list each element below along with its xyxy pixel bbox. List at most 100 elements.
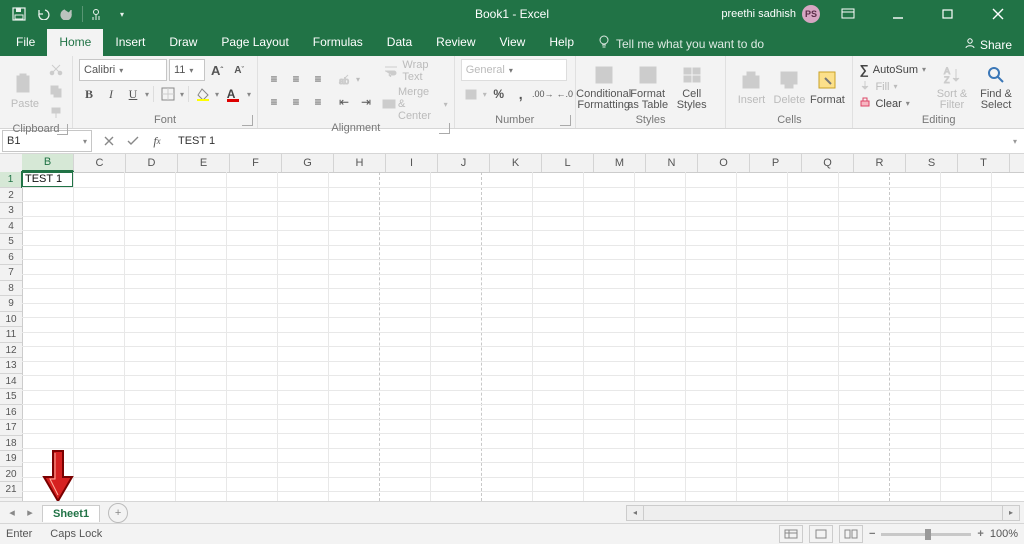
bold-button[interactable]: B	[79, 84, 99, 104]
sheet-tab[interactable]: Sheet1	[42, 505, 100, 522]
col-header[interactable]: P	[750, 154, 802, 172]
row-header[interactable]: 1	[0, 172, 23, 188]
cancel-entry-icon[interactable]	[98, 131, 120, 151]
zoom-level[interactable]: 100%	[990, 528, 1018, 540]
tell-me-search[interactable]: Tell me what you want to do	[592, 31, 770, 56]
zoom-slider[interactable]	[881, 533, 971, 536]
tab-help[interactable]: Help	[537, 29, 586, 56]
close-icon[interactable]	[976, 0, 1020, 28]
format-cells-button[interactable]: Format	[808, 68, 846, 106]
border-icon[interactable]	[158, 84, 178, 104]
row-header[interactable]: 4	[0, 219, 22, 235]
col-header[interactable]: G	[282, 154, 334, 172]
sheet-nav-next-icon[interactable]: ▸	[22, 505, 38, 521]
tab-page-layout[interactable]: Page Layout	[209, 29, 300, 56]
row-header[interactable]: 18	[0, 436, 22, 452]
view-normal-icon[interactable]	[779, 525, 803, 543]
horizontal-scrollbar[interactable]	[644, 505, 1002, 521]
row-header[interactable]: 2	[0, 188, 22, 204]
row-header[interactable]: 9	[0, 296, 22, 312]
qat-customize-icon[interactable]: ▾	[111, 3, 133, 25]
zoom-out-icon[interactable]: −	[869, 528, 875, 540]
col-header[interactable]: C	[74, 154, 126, 172]
row-header[interactable]: 19	[0, 451, 22, 467]
clear-button[interactable]: Clear▾	[859, 95, 926, 112]
number-dialog-icon[interactable]	[560, 115, 571, 126]
view-break-icon[interactable]	[839, 525, 863, 543]
row-header[interactable]: 14	[0, 374, 22, 390]
col-header[interactable]: D	[126, 154, 178, 172]
touch-mode-icon[interactable]	[87, 3, 109, 25]
row-header[interactable]: 22	[0, 498, 22, 502]
undo-icon[interactable]	[32, 3, 54, 25]
col-header[interactable]: S	[906, 154, 958, 172]
font-name-combo[interactable]: Calibri▾	[79, 59, 167, 81]
tab-home[interactable]: Home	[47, 29, 103, 56]
new-sheet-icon[interactable]: +	[108, 503, 128, 523]
scroll-left-icon[interactable]: ◂	[626, 505, 644, 521]
col-header[interactable]: T	[958, 154, 1010, 172]
col-header[interactable]: H	[334, 154, 386, 172]
row-header[interactable]: 6	[0, 250, 22, 266]
maximize-icon[interactable]	[926, 0, 970, 28]
clipboard-dialog-icon[interactable]	[57, 124, 68, 135]
share-button[interactable]: Share	[952, 33, 1024, 56]
expand-formula-icon[interactable]: ▾	[1006, 137, 1024, 146]
active-cell[interactable]: TEST 1	[21, 171, 74, 188]
scroll-right-icon[interactable]: ▸	[1002, 505, 1020, 521]
col-header[interactable]: N	[646, 154, 698, 172]
row-header[interactable]: 7	[0, 265, 22, 281]
find-select-button[interactable]: Find & Select	[974, 63, 1018, 111]
col-header[interactable]: O	[698, 154, 750, 172]
fx-icon[interactable]: fx	[146, 131, 168, 151]
minimize-icon[interactable]	[876, 0, 920, 28]
col-header[interactable]: Q	[802, 154, 854, 172]
tab-formulas[interactable]: Formulas	[301, 29, 375, 56]
italic-button[interactable]: I	[101, 84, 121, 104]
row-header[interactable]: 16	[0, 405, 22, 421]
grow-font-icon[interactable]: Aˆ	[207, 60, 227, 80]
underline-button[interactable]: U	[123, 84, 143, 104]
row-header[interactable]: 20	[0, 467, 22, 483]
alignment-dialog-icon[interactable]	[439, 123, 450, 134]
autosum-button[interactable]: ∑AutoSum▾	[859, 61, 926, 78]
row-header[interactable]: 21	[0, 482, 22, 498]
row-header[interactable]: 15	[0, 389, 22, 405]
row-header[interactable]: 13	[0, 358, 22, 374]
col-header[interactable]: K	[490, 154, 542, 172]
zoom-in-icon[interactable]: +	[977, 528, 983, 540]
tab-view[interactable]: View	[488, 29, 538, 56]
font-dialog-icon[interactable]	[242, 115, 253, 126]
col-header[interactable]: E	[178, 154, 230, 172]
worksheet-grid[interactable]: BCDEFGHIJKLMNOPQRST 12345678910111213141…	[0, 154, 1024, 501]
tab-insert[interactable]: Insert	[103, 29, 157, 56]
row-header[interactable]: 11	[0, 327, 22, 343]
row-header[interactable]: 12	[0, 343, 22, 359]
sheet-nav-prev-icon[interactable]: ◂	[4, 505, 20, 521]
row-header[interactable]: 3	[0, 203, 22, 219]
tab-file[interactable]: File	[4, 29, 47, 56]
tab-draw[interactable]: Draw	[157, 29, 209, 56]
col-header[interactable]: L	[542, 154, 594, 172]
tab-data[interactable]: Data	[375, 29, 424, 56]
col-header[interactable]: J	[438, 154, 490, 172]
ribbon-options-icon[interactable]	[826, 0, 870, 28]
row-header[interactable]: 10	[0, 312, 22, 328]
save-icon[interactable]	[8, 3, 30, 25]
font-size-combo[interactable]: 11▾	[169, 59, 205, 81]
shrink-font-icon[interactable]: Aˇ	[229, 60, 249, 80]
col-header[interactable]: M	[594, 154, 646, 172]
col-header[interactable]: B	[22, 154, 74, 172]
row-header[interactable]: 8	[0, 281, 22, 297]
fill-color-icon[interactable]	[193, 84, 213, 104]
formula-input[interactable]: TEST 1	[172, 135, 1006, 147]
user-avatar[interactable]: PS	[802, 5, 820, 23]
enter-entry-icon[interactable]	[122, 131, 144, 151]
col-header[interactable]: I	[386, 154, 438, 172]
select-all-corner[interactable]	[0, 154, 23, 173]
view-page-icon[interactable]	[809, 525, 833, 543]
tab-review[interactable]: Review	[424, 29, 487, 56]
row-header[interactable]: 17	[0, 420, 22, 436]
col-header[interactable]: F	[230, 154, 282, 172]
row-header[interactable]: 5	[0, 234, 22, 250]
